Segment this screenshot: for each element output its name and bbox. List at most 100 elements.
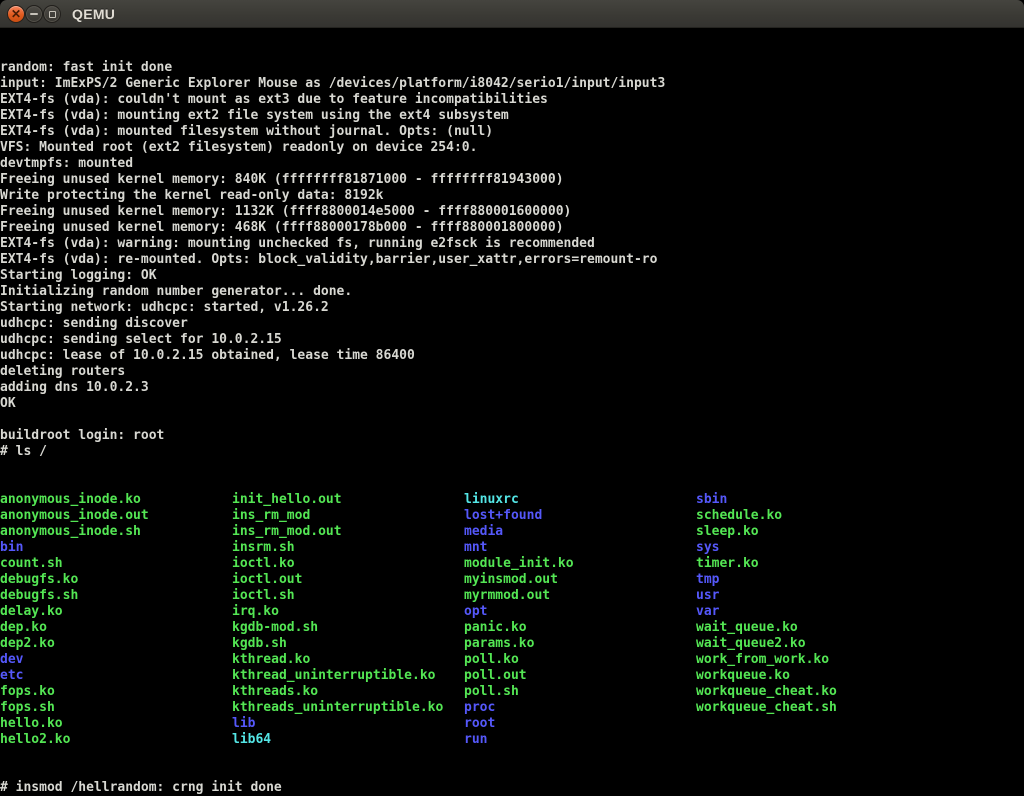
qemu-window: ✕ QEMU random: fast init doneinput: ImEx… [0,0,1024,796]
maximize-icon[interactable] [43,5,61,23]
ls-column: anonymous_inode.koanonymous_inode.outano… [0,492,232,748]
ls-entry: schedule.ko [696,508,928,524]
ls-entry: mnt [464,540,696,556]
ls-column: init_hello.outins_rm_modins_rm_mod.outin… [232,492,464,748]
window-titlebar[interactable]: ✕ QEMU [0,0,1024,28]
ls-entry: kthreads.ko [232,684,464,700]
ls-entry: media [464,524,696,540]
ls-entry: anonymous_inode.out [0,508,232,524]
close-icon[interactable]: ✕ [7,5,25,23]
console-line: Freeing unused kernel memory: 840K (ffff… [0,172,1024,188]
ls-entry: hello2.ko [0,732,232,748]
ls-entry: dep.ko [0,620,232,636]
console-line: devtmpfs: mounted [0,156,1024,172]
ls-entry: wait_queue.ko [696,620,928,636]
ls-entry: anonymous_inode.ko [0,492,232,508]
ls-entry: sbin [696,492,928,508]
console-line: udhcpc: lease of 10.0.2.15 obtained, lea… [0,348,1024,364]
console-line: Starting logging: OK [0,268,1024,284]
ls-entry: fops.ko [0,684,232,700]
minimize-glyph [30,13,38,15]
ls-entry: kthread_uninterruptible.ko [232,668,464,684]
ls-entry: dev [0,652,232,668]
ls-entry: ioctl.out [232,572,464,588]
ls-entry: fops.sh [0,700,232,716]
console-line: EXT4-fs (vda): couldn't mount as ext3 du… [0,92,1024,108]
ls-entry: poll.ko [464,652,696,668]
ls-entry: sys [696,540,928,556]
ls-entry: lost+found [464,508,696,524]
ls-entry: dep2.ko [0,636,232,652]
ls-entry: hello.ko [0,716,232,732]
ls-entry: root [464,716,696,732]
console-line: # ls / [0,444,1024,460]
ls-entry: opt [464,604,696,620]
ls-entry: sleep.ko [696,524,928,540]
console-line: EXT4-fs (vda): warning: mounting uncheck… [0,236,1024,252]
ls-entry: module_init.ko [464,556,696,572]
ls-entry: workqueue.ko [696,668,928,684]
ls-entry: debugfs.sh [0,588,232,604]
console-line: EXT4-fs (vda): mounting ext2 file system… [0,108,1024,124]
console-line: udhcpc: sending discover [0,316,1024,332]
ls-entry: params.ko [464,636,696,652]
ls-column: linuxrclost+foundmediamntmodule_init.kom… [464,492,696,748]
console-line: Initializing random number generator... … [0,284,1024,300]
console-line: adding dns 10.0.2.3 [0,380,1024,396]
ls-entry: run [464,732,696,748]
ls-entry: usr [696,588,928,604]
console-line: EXT4-fs (vda): re-mounted. Opts: block_v… [0,252,1024,268]
ls-entry: ioctl.sh [232,588,464,604]
console-line: buildroot login: root [0,428,1024,444]
ls-entry: ioctl.ko [232,556,464,572]
ls-entry: lib [232,716,464,732]
ls-entry: workqueue_cheat.sh [696,700,928,716]
ls-entry: kgdb-mod.sh [232,620,464,636]
ls-entry: lib64 [232,732,464,748]
ls-column: sbinschedule.kosleep.kosystimer.kotmpusr… [696,492,928,716]
ls-entry: init_hello.out [232,492,464,508]
ls-entry: wait_queue2.ko [696,636,928,652]
ls-entry: anonymous_inode.sh [0,524,232,540]
console-line: udhcpc: sending select for 10.0.2.15 [0,332,1024,348]
minimize-icon[interactable] [25,5,43,23]
ls-entry: ins_rm_mod.out [232,524,464,540]
console-line: EXT4-fs (vda): mounted filesystem withou… [0,124,1024,140]
ls-entry: count.sh [0,556,232,572]
ls-entry: poll.sh [464,684,696,700]
console-line: VFS: Mounted root (ext2 filesystem) read… [0,140,1024,156]
ls-entry: kgdb.sh [232,636,464,652]
ls-output: anonymous_inode.koanonymous_inode.outano… [0,492,1024,748]
shell-log: # insmod /hellrandom: crng init done# in… [0,780,1024,796]
ls-entry: workqueue_cheat.ko [696,684,928,700]
terminal-console[interactable]: random: fast init doneinput: ImExPS/2 Ge… [0,28,1024,796]
ls-entry: kthread.ko [232,652,464,668]
ls-entry: kthreads_uninterruptible.ko [232,700,464,716]
ls-entry: insrm.sh [232,540,464,556]
ls-entry: var [696,604,928,620]
ls-entry: delay.ko [0,604,232,620]
ls-entry: panic.ko [464,620,696,636]
window-title: QEMU [72,0,115,28]
console-line: # insmod /hellrandom: crng init done [0,780,1024,796]
console-line: Starting network: udhcpc: started, v1.26… [0,300,1024,316]
ls-entry: bin [0,540,232,556]
ls-entry: timer.ko [696,556,928,572]
ls-entry: poll.out [464,668,696,684]
console-line: Freeing unused kernel memory: 1132K (fff… [0,204,1024,220]
ls-entry: etc [0,668,232,684]
console-line: input: ImExPS/2 Generic Explorer Mouse a… [0,76,1024,92]
maximize-glyph [49,11,56,18]
ls-entry: irq.ko [232,604,464,620]
ls-entry: myinsmod.out [464,572,696,588]
ls-entry: ins_rm_mod [232,508,464,524]
console-line: Freeing unused kernel memory: 468K (ffff… [0,220,1024,236]
ls-entry: work_from_work.ko [696,652,928,668]
console-line: deleting routers [0,364,1024,380]
console-line: OK [0,396,1024,412]
console-line: Write protecting the kernel read-only da… [0,188,1024,204]
boot-log: random: fast init doneinput: ImExPS/2 Ge… [0,60,1024,460]
ls-entry: myrmmod.out [464,588,696,604]
ls-entry: tmp [696,572,928,588]
console-line: random: fast init done [0,60,1024,76]
